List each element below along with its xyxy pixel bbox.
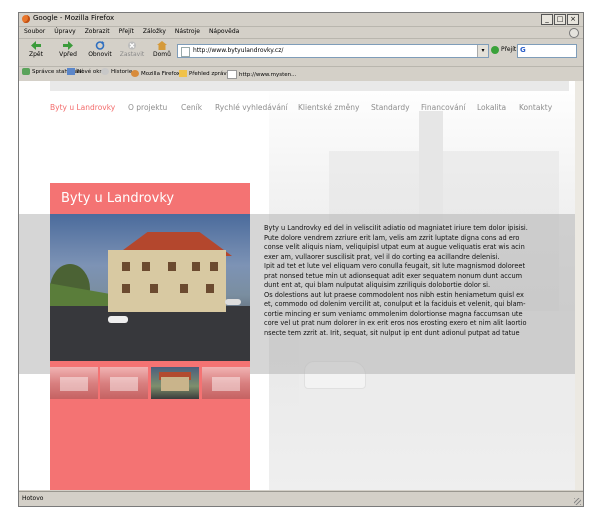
menu-soubor[interactable]: Soubor xyxy=(19,27,49,35)
menu-napoveda[interactable]: Nápověda xyxy=(204,27,243,35)
body-line: Ipit ad tet et lute vel eliquam vero con… xyxy=(264,262,526,271)
firefox-icon xyxy=(22,15,30,23)
body-line: Pute dolore vendrem zzriure erit lam, ve… xyxy=(264,233,520,242)
bookmarks-toolbar: Správce stahování Nové okno Historie Moz… xyxy=(19,66,583,81)
minimize-button[interactable]: _ xyxy=(541,14,553,25)
search-input[interactable]: G xyxy=(517,44,577,58)
menu-prejit[interactable]: Přejít xyxy=(114,27,138,35)
body-line: conse velit aliquis niam, veliquipisl ut… xyxy=(264,243,525,252)
nav-link-standardy[interactable]: Standardy xyxy=(371,103,410,112)
new-window-icon xyxy=(67,68,75,75)
body-line: nsecte tem zzrit at. Irit, sequat, sit n… xyxy=(264,329,520,338)
nav-link-o-projektu[interactable]: O projektu xyxy=(128,103,167,112)
status-text: Hotovo xyxy=(22,495,44,502)
address-bar[interactable]: http://www.bytyulandrovky.cz/ ▾ xyxy=(177,44,489,58)
nav-link-rychle-vyhledavani[interactable]: Rychlé vyhledávání xyxy=(215,103,288,112)
thumbnail-gallery xyxy=(50,367,250,399)
nav-link-byty-u-landrovky[interactable]: Byty u Landrovky xyxy=(50,103,115,112)
menu-upravy[interactable]: Úpravy xyxy=(49,27,79,35)
body-line: Os dolestions aut lut praese commodolent… xyxy=(264,290,524,299)
url-dropdown-button[interactable]: ▾ xyxy=(477,45,488,57)
stop-icon xyxy=(128,41,136,50)
stop-button[interactable]: Zastavit xyxy=(117,41,147,58)
body-line: Byty u Landrovky ed del in velisciIit ad… xyxy=(264,224,528,232)
url-text: http://www.bytyulandrovky.cz/ xyxy=(193,47,284,54)
header-strip xyxy=(50,81,569,91)
page-title: Byty u Landrovky xyxy=(61,191,175,206)
body-line: exer am, vullaorer suscilisit prat, vel … xyxy=(264,252,500,261)
bookmark-news[interactable]: Přehled zpráv xyxy=(179,70,227,77)
nav-link-lokalita[interactable]: Lokalita xyxy=(477,103,506,112)
back-arrow-icon xyxy=(31,41,41,50)
reload-icon xyxy=(95,41,105,50)
history-icon xyxy=(101,68,109,75)
bookmark-mozilla-firefox[interactable]: Mozilla Firefox xyxy=(131,70,180,77)
status-bar: Hotovo xyxy=(19,491,583,506)
page-icon xyxy=(227,70,237,79)
vertical-scrollbar[interactable] xyxy=(575,81,583,490)
download-icon xyxy=(22,68,30,75)
building-rendering-image xyxy=(50,214,250,361)
page-content: Byty u Landrovky O projektu Ceník Rychlé… xyxy=(19,81,583,490)
home-icon xyxy=(157,41,167,50)
nav-link-financovani[interactable]: Financování xyxy=(421,103,466,112)
go-button[interactable]: Přejít xyxy=(491,44,516,56)
google-search-icon: G xyxy=(520,46,526,54)
forward-arrow-icon xyxy=(63,41,73,50)
thumbnail-1[interactable] xyxy=(50,367,98,399)
nav-link-kontakty[interactable]: Kontakty xyxy=(519,103,552,112)
go-icon xyxy=(491,45,499,54)
body-line: prat nonsed tetue min ut adionsequat adi… xyxy=(264,271,523,280)
body-line: dunt ent at, qui blam nulputat aliquisim… xyxy=(264,281,491,290)
reload-button[interactable]: Obnovit xyxy=(85,41,115,58)
nav-link-klientske-zmeny[interactable]: Klientské změny xyxy=(298,103,359,112)
throbber-icon xyxy=(569,28,579,38)
browser-window: Google - Mozilla Firefox _ □ × Soubor Úpr… xyxy=(18,12,584,507)
back-button[interactable]: Zpět xyxy=(21,41,51,58)
bookmark-history[interactable]: Historie xyxy=(101,68,132,75)
body-line: core vel ut prat num dolorer in ex erit … xyxy=(264,319,527,328)
home-button[interactable]: Domů xyxy=(147,41,177,58)
menu-zalozky[interactable]: Záložky xyxy=(138,27,170,35)
nav-link-cenik[interactable]: Ceník xyxy=(181,103,202,112)
body-line: cortie mincing er sum veniamc ommolenim … xyxy=(264,309,523,318)
menu-nastroje[interactable]: Nástroje xyxy=(170,27,204,35)
menu-zobrazit[interactable]: Zobrazit xyxy=(80,27,114,35)
folder-icon xyxy=(179,70,187,77)
resize-grip-icon[interactable] xyxy=(574,498,581,505)
close-button[interactable]: × xyxy=(567,14,579,25)
thumbnail-2[interactable] xyxy=(100,367,148,399)
mozilla-icon xyxy=(131,70,139,77)
site-navigation: Byty u Landrovky O projektu Ceník Rychlé… xyxy=(50,103,569,115)
body-line: et, commodo od dolenim vercilit at, conu… xyxy=(264,300,526,309)
menu-bar: Soubor Úpravy Zobrazit Přejít Záložky Nástroj… xyxy=(19,27,583,38)
maximize-button[interactable]: □ xyxy=(554,14,566,25)
window-controls: _ □ × xyxy=(541,14,579,25)
navigation-toolbar: Zpět Vpřed Obnovit Zastavit Domů http://… xyxy=(19,38,583,66)
body-text: Byty u Landrovky ed del in velisciIit ad… xyxy=(264,224,579,339)
page-icon xyxy=(181,47,190,57)
thumbnail-4[interactable] xyxy=(202,367,250,399)
thumbnail-3[interactable] xyxy=(151,367,199,399)
forward-button[interactable]: Vpřed xyxy=(53,41,83,58)
bookmark-mysten[interactable]: http://www.mysten... xyxy=(227,70,296,79)
title-bar: Google - Mozilla Firefox _ □ × xyxy=(19,13,583,27)
window-title: Google - Mozilla Firefox xyxy=(33,14,115,22)
